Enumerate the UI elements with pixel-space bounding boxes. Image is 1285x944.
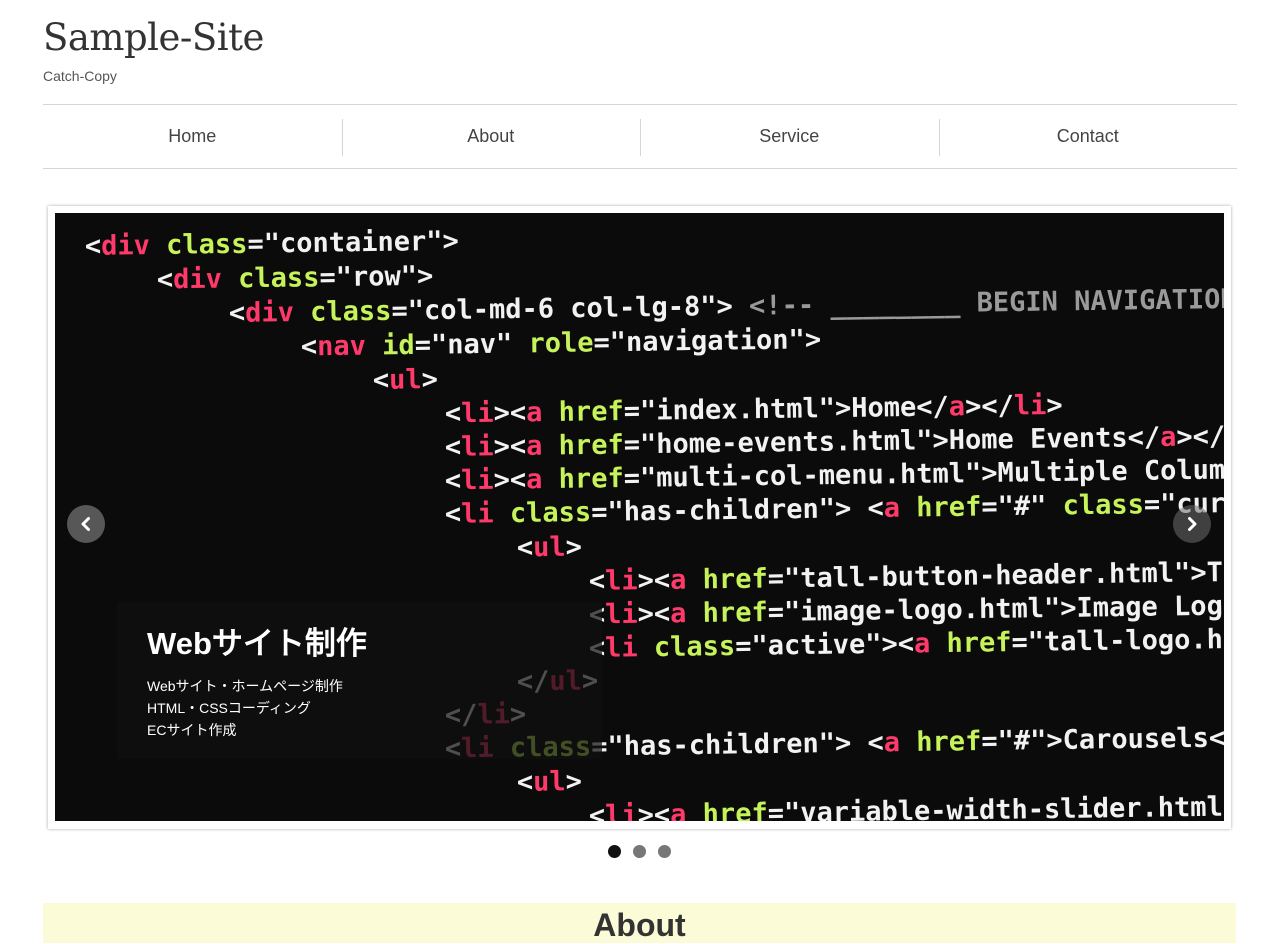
nav-item-contact[interactable]: Contact <box>938 105 1238 168</box>
global-nav: Home About Service Contact <box>43 104 1237 169</box>
chevron-right-icon <box>1188 517 1197 531</box>
hero-carousel: <div class="container"> <div class="row">… <box>48 206 1231 829</box>
carousel-prev-button[interactable] <box>67 505 105 543</box>
carousel-indicators <box>608 845 671 858</box>
code-line: <nav id="nav" role="navigation"> <box>301 324 822 362</box>
carousel-indicator-2[interactable] <box>633 845 646 858</box>
code-line: <ul> <box>373 364 438 396</box>
carousel-next-button[interactable] <box>1173 505 1211 543</box>
code-line: <li><a href="variable-width-slider.html"… <box>589 790 1224 821</box>
code-line: <div class="container"> <box>85 226 459 262</box>
site-title[interactable]: Sample-Site <box>43 16 264 59</box>
about-section: About <box>43 903 1236 943</box>
nav-item-about[interactable]: About <box>341 105 641 168</box>
code-line: <ul> <box>517 532 582 564</box>
catch-copy: Catch-Copy <box>43 68 117 84</box>
slide-caption-line: HTML・CSSコーディング <box>147 700 311 716</box>
nav-item-service[interactable]: Service <box>640 105 939 168</box>
slide-caption-line: ECサイト作成 <box>147 722 237 738</box>
code-line: <li><a href="tall-button-header.html">Ta… <box>589 555 1224 597</box>
carousel-slide: <div class="container"> <div class="row">… <box>55 213 1224 821</box>
code-line: <div class="row"> <box>157 261 434 296</box>
nav-item-home[interactable]: Home <box>43 105 342 168</box>
slide-caption-lines: Webサイト・ホームページ制作 HTML・CSSコーディング ECサイト作成 <box>147 675 343 741</box>
about-heading: About <box>593 907 686 943</box>
slide-caption-title: Webサイト制作 <box>147 626 367 661</box>
slide-caption: Webサイト制作 Webサイト・ホームページ制作 HTML・CSSコーディング … <box>117 602 602 759</box>
chevron-left-icon <box>81 517 90 531</box>
carousel-indicator-3[interactable] <box>658 845 671 858</box>
code-line: <li><a href="index.html">Home</a></li> <box>445 390 1063 430</box>
code-line: <ul> <box>517 766 582 798</box>
slide-caption-line: Webサイト・ホームページ制作 <box>147 678 343 694</box>
carousel-indicator-1[interactable] <box>608 845 621 858</box>
